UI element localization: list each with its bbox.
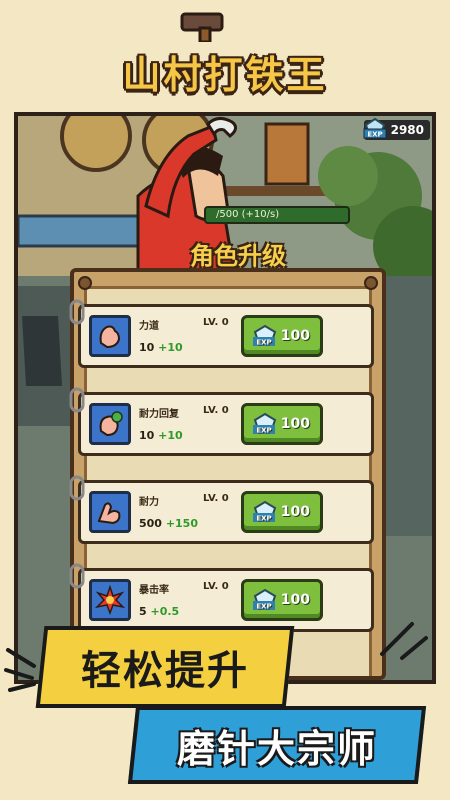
cost-label: 100	[280, 504, 310, 520]
upgrade-value: 500 +150	[139, 517, 198, 530]
flexed-arm-icon	[89, 315, 131, 357]
upgrade-button[interactable]: EXP 100	[241, 315, 323, 357]
muscle-recovery-icon	[89, 403, 131, 445]
panel-title: 角色升级	[190, 242, 286, 270]
current-value: 500	[139, 517, 162, 530]
exp-label: EXP	[256, 339, 271, 347]
upgrade-button[interactable]: EXP 100	[241, 491, 323, 533]
upgrade-level: LV. 0	[203, 581, 229, 592]
upgrade-value: 5 +0.5	[139, 605, 179, 618]
exp-gem-icon: EXP	[253, 324, 277, 347]
bolt-icon	[364, 276, 378, 290]
current-value: 10	[139, 429, 155, 442]
exp-label: EXP	[256, 515, 271, 523]
upgrade-name: 耐力	[139, 497, 159, 508]
exp-gem-icon: EXP	[253, 588, 277, 611]
promo-banner-secondary: 磨针大宗师	[127, 706, 427, 784]
promo-line2: 磨针大宗师	[176, 726, 377, 771]
bonus-value: +0.5	[150, 605, 180, 618]
exp-counter: EXP 2980	[363, 117, 430, 140]
game-title: 山村打铁王	[122, 53, 328, 97]
upgrade-name: 耐力回复	[139, 409, 179, 420]
title-area: 山村打铁王	[0, 0, 450, 112]
upgrade-row: 耐力 LV. 0 500 +150 EXP 100	[69, 475, 374, 544]
upgrade-level: LV. 0	[203, 493, 229, 504]
exp-gem-icon: EXP	[363, 117, 387, 139]
paperclip-icon	[69, 475, 85, 501]
upgrade-button[interactable]: EXP 100	[241, 579, 323, 621]
exp-gem-icon: EXP	[253, 500, 277, 523]
cost-label: 100	[280, 416, 310, 432]
bicep-icon	[89, 491, 131, 533]
exp-gem-icon: EXP	[253, 412, 277, 435]
paperclip-icon	[69, 387, 85, 413]
bonus-value: +10	[158, 341, 183, 354]
paperclip-icon	[69, 563, 85, 589]
upgrade-level: LV. 0	[203, 405, 229, 416]
upgrade-level: LV. 0	[203, 317, 229, 328]
bonus-value: +10	[158, 429, 183, 442]
exp-label: EXP	[256, 427, 271, 435]
exp-label: EXP	[256, 603, 271, 611]
cost-label: 100	[280, 328, 310, 344]
decor-lines	[380, 622, 428, 660]
hammer-icon	[180, 12, 224, 42]
exp-label: EXP	[367, 131, 382, 139]
upgrade-value: 10 +10	[139, 429, 183, 442]
upgrade-row: 暴击率 LV. 0 5 +0.5 EXP 100	[69, 563, 374, 632]
bolt-icon	[78, 276, 92, 290]
upgrade-name: 力道	[139, 321, 159, 332]
current-value: 5	[139, 605, 147, 618]
energy-bar: /500 (+10/s)	[204, 206, 350, 224]
critical-burst-icon	[89, 579, 131, 621]
promo-line1: 轻松提升	[81, 648, 249, 694]
current-value: 10	[139, 341, 155, 354]
upgrade-row: 力道 LV. 0 10 +10 EXP 100	[69, 299, 374, 368]
upgrade-name: 暴击率	[139, 585, 169, 596]
exp-value: 2980	[390, 123, 424, 137]
energy-text: /500 (+10/s)	[216, 209, 280, 220]
upgrade-row: 耐力回复 LV. 0 10 +10 EXP 100	[69, 387, 374, 456]
cost-label: 100	[280, 592, 310, 608]
upgrade-button[interactable]: EXP 100	[241, 403, 323, 445]
paperclip-icon	[69, 299, 85, 325]
promo-banner-primary: 轻松提升	[35, 626, 295, 708]
bonus-value: +150	[165, 517, 198, 530]
upgrade-value: 10 +10	[139, 341, 183, 354]
